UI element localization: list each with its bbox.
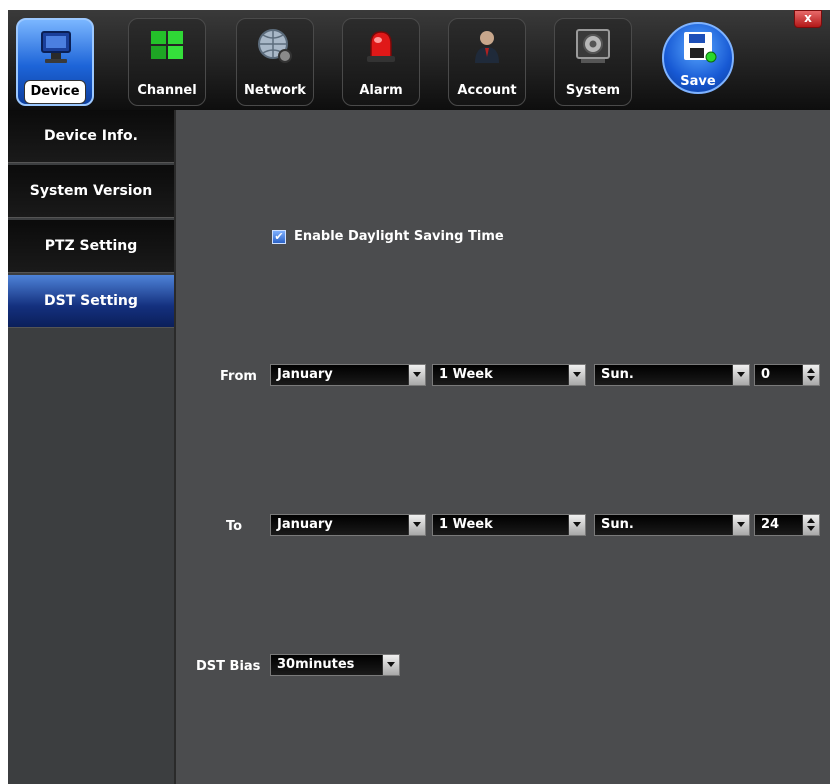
from-week-select[interactable]: 1 Week xyxy=(432,364,586,386)
chevron-down-icon xyxy=(408,365,425,385)
from-hour-spinner[interactable]: 0 xyxy=(754,364,820,386)
chevron-down-icon xyxy=(382,655,399,675)
spinner-arrows-icon[interactable] xyxy=(802,515,819,535)
tab-network-label: Network xyxy=(244,83,306,98)
main-toolbar: Device Channel Network Alarm Account Sys… xyxy=(8,10,830,110)
sidebar-item-system-version[interactable]: System Version xyxy=(8,165,174,218)
to-hour-spinner[interactable]: 24 xyxy=(754,514,820,536)
spinner-arrows-icon[interactable] xyxy=(802,365,819,385)
from-label: From xyxy=(220,369,257,384)
to-week-value: 1 Week xyxy=(439,517,493,532)
gear-icon xyxy=(576,29,610,63)
enable-dst-checkbox[interactable]: ✔ xyxy=(272,230,286,244)
to-label: To xyxy=(226,519,243,534)
to-month-select[interactable]: January xyxy=(270,514,426,536)
tab-account-label: Account xyxy=(457,83,517,98)
chevron-down-icon xyxy=(568,365,585,385)
globe-gear-icon xyxy=(258,29,292,63)
dst-bias-select[interactable]: 30minutes xyxy=(270,654,400,676)
settings-sidebar: Device Info. System Version PTZ Setting … xyxy=(8,110,174,784)
user-icon xyxy=(475,31,499,63)
from-week-value: 1 Week xyxy=(439,367,493,382)
enable-dst-label: Enable Daylight Saving Time xyxy=(294,229,504,244)
from-month-value: January xyxy=(277,367,333,382)
chevron-down-icon xyxy=(732,515,749,535)
save-button-label: Save xyxy=(680,74,716,89)
save-button[interactable]: Save xyxy=(662,22,734,94)
from-hour-value: 0 xyxy=(761,367,771,382)
to-day-value: Sun. xyxy=(601,517,634,532)
tab-system-label: System xyxy=(565,83,621,98)
tab-system[interactable]: System xyxy=(554,18,632,106)
tab-channel[interactable]: Channel xyxy=(128,18,206,106)
dst-bias-value: 30minutes xyxy=(277,657,355,672)
tab-network[interactable]: Network xyxy=(236,18,314,106)
tab-alarm[interactable]: Alarm xyxy=(342,18,420,106)
sidebar-item-dst-setting[interactable]: DST Setting xyxy=(8,275,174,328)
tab-device[interactable]: Device xyxy=(16,18,94,106)
floppy-disk-icon xyxy=(684,32,717,63)
sidebar-item-device-info[interactable]: Device Info. xyxy=(8,110,174,163)
chevron-down-icon xyxy=(732,365,749,385)
chevron-down-icon xyxy=(568,515,585,535)
to-day-select[interactable]: Sun. xyxy=(594,514,750,536)
monitor-icon xyxy=(41,31,71,63)
to-month-value: January xyxy=(277,517,333,532)
from-day-value: Sun. xyxy=(601,367,634,382)
chevron-down-icon xyxy=(408,515,425,535)
dst-settings-window: Device Channel Network Alarm Account Sys… xyxy=(8,10,830,784)
close-button[interactable]: x xyxy=(794,10,822,28)
siren-icon xyxy=(367,31,395,62)
dst-bias-label: DST Bias xyxy=(196,659,261,674)
sidebar-item-ptz-setting[interactable]: PTZ Setting xyxy=(8,220,174,273)
to-hour-value: 24 xyxy=(761,517,780,532)
tab-device-label: Device xyxy=(24,80,86,104)
dst-settings-panel: ✔ Enable Daylight Saving Time From Janua… xyxy=(174,110,830,784)
tab-alarm-label: Alarm xyxy=(359,83,403,98)
from-month-select[interactable]: January xyxy=(270,364,426,386)
tab-channel-label: Channel xyxy=(137,83,197,98)
tab-account[interactable]: Account xyxy=(448,18,526,106)
grid-icon xyxy=(151,31,183,59)
from-day-select[interactable]: Sun. xyxy=(594,364,750,386)
to-week-select[interactable]: 1 Week xyxy=(432,514,586,536)
